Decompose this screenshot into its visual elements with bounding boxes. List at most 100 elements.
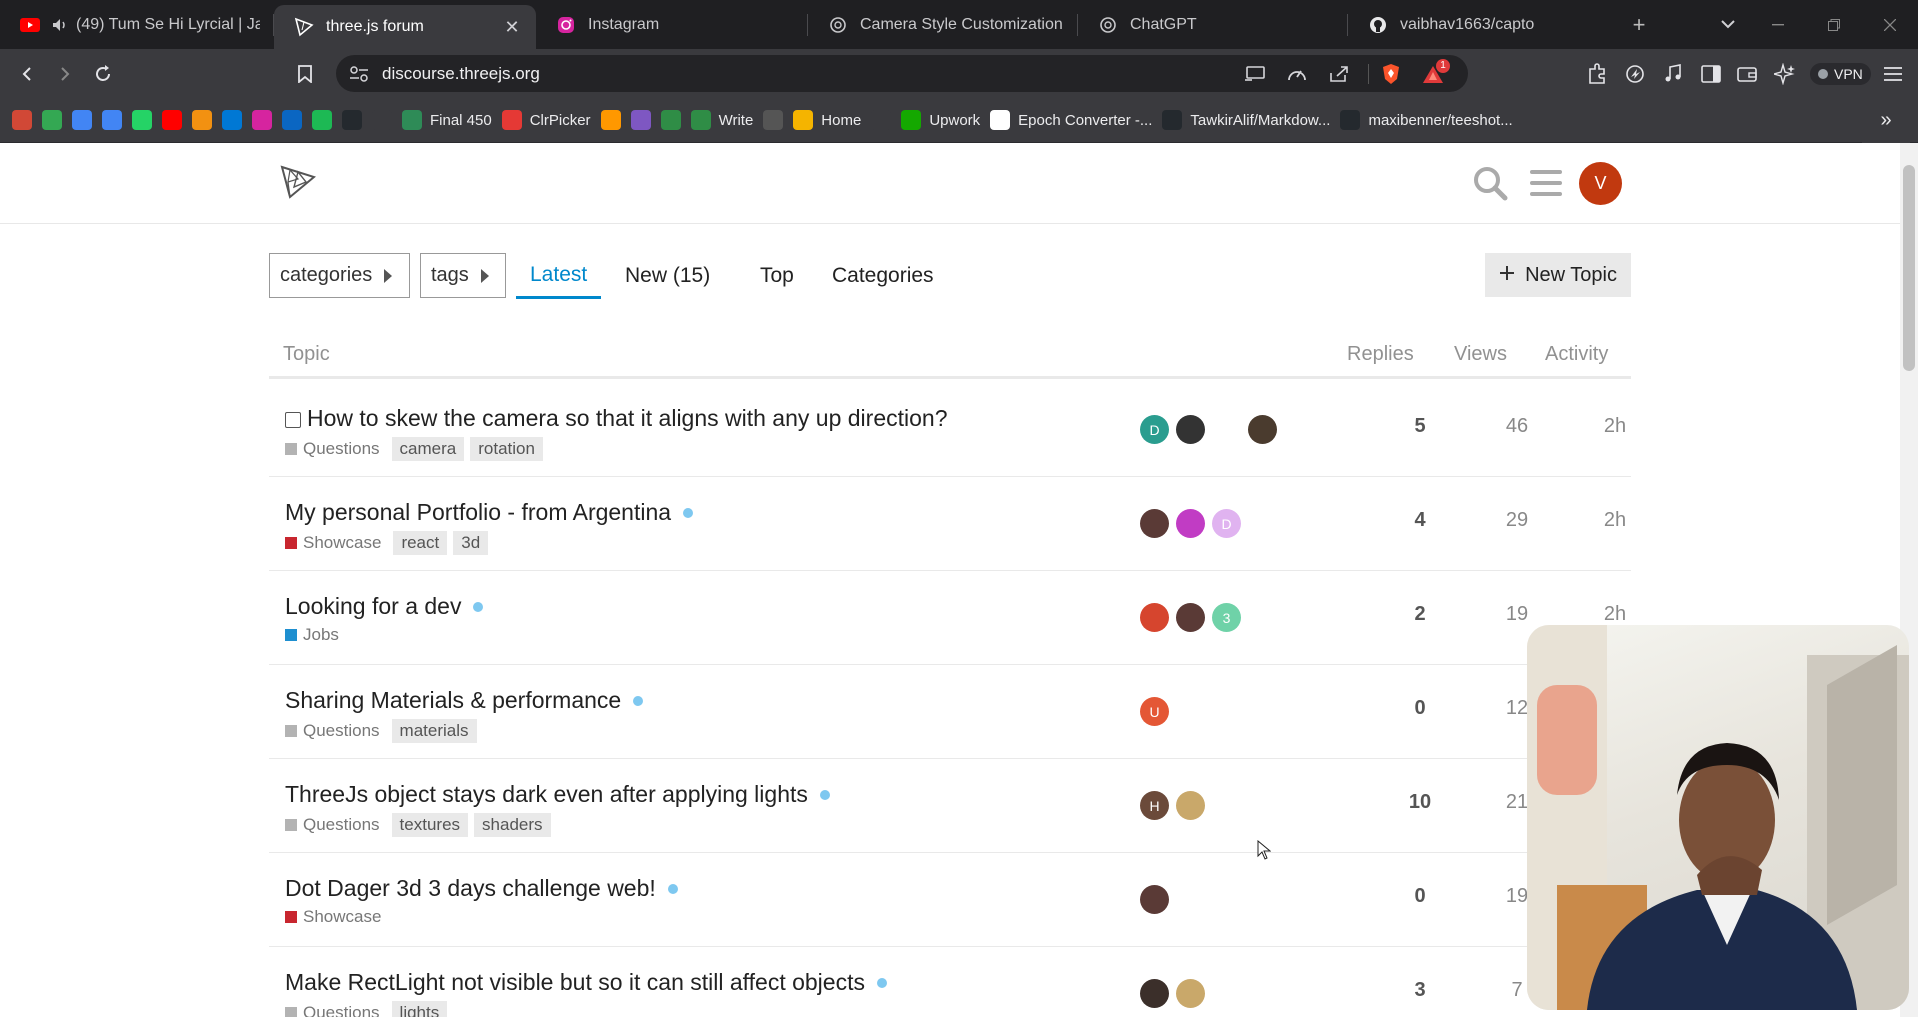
new-tab-button[interactable]: + [1612,0,1666,49]
bookmark-item[interactable] [72,106,92,134]
reply-count[interactable]: 10 [1380,791,1460,814]
poster-avatar[interactable] [1140,603,1169,632]
bookmark-item[interactable]: Epoch Converter -... [990,106,1152,134]
browser-tab-youtube[interactable]: (49) Tum Se Hi Lyrcial | Jab [0,0,274,49]
tag-chip[interactable]: react [393,531,448,555]
browser-tab-camera-style[interactable]: Camera Style Customization [808,0,1078,49]
tab-top[interactable]: Top [746,253,808,299]
poster-avatar[interactable] [1140,885,1169,914]
poster-avatar[interactable]: U [1140,697,1169,726]
bookmark-item[interactable] [42,106,62,134]
bookmark-item[interactable] [372,106,392,134]
new-topic-button[interactable]: New Topic [1485,253,1631,297]
tag-chip[interactable]: camera [391,437,465,461]
reply-count[interactable]: 2 [1380,603,1460,626]
topic-title-link[interactable]: Dot Dager 3d 3 days challenge web! [285,875,678,902]
back-arrow-icon[interactable] [12,59,42,89]
poster-avatar[interactable]: D [1212,509,1241,538]
poster-avatar[interactable] [1176,791,1205,820]
bookmark-item[interactable] [132,106,152,134]
tab-list-chevron-icon[interactable] [1700,0,1756,49]
brave-rewards-icon[interactable]: 1 [1422,59,1450,85]
categories-dropdown[interactable]: categories [269,253,410,298]
poster-avatar[interactable] [1176,979,1205,1008]
bookmark-item[interactable]: Write [690,106,753,134]
media-music-icon[interactable] [1660,61,1686,87]
activity-time[interactable]: 2h [1575,415,1655,438]
forward-arrow-icon[interactable] [50,59,80,89]
bookmark-item[interactable] [222,106,242,134]
close-window-button[interactable] [1862,0,1918,49]
bookmark-item[interactable] [871,106,892,134]
tags-dropdown[interactable]: tags [420,253,506,298]
bookmark-item[interactable]: TawkirAlif/Markdow... [1162,106,1330,134]
column-views[interactable]: Views [1454,329,1507,379]
topic-row[interactable]: Looking for a dev Jobs 3 2 19 2h [269,571,1631,665]
category-badge[interactable]: Showcase [285,907,381,927]
poster-avatar[interactable] [1140,979,1169,1008]
poster-avatar[interactable]: H [1140,791,1169,820]
activity-time[interactable]: 2h [1575,603,1655,626]
browser-tab-instagram[interactable]: Instagram [536,0,808,49]
tag-chip[interactable]: 3d [453,531,489,555]
bookmark-item[interactable] [763,106,784,134]
topic-row[interactable]: Sharing Materials & performance Questions… [269,665,1631,759]
topic-title-link[interactable]: How to skew the camera so that it aligns… [285,405,948,432]
bookmark-item[interactable] [630,106,651,134]
scrollbar-thumb[interactable] [1903,165,1915,371]
category-badge[interactable]: Jobs [285,625,339,645]
search-icon[interactable] [1470,163,1510,203]
reply-count[interactable]: 3 [1380,979,1460,1002]
reload-icon[interactable] [88,59,118,89]
topic-title-link[interactable]: Make RectLight not visible but so it can… [285,969,887,996]
wallet-icon[interactable] [1734,61,1760,87]
hamburger-menu-icon[interactable] [1526,163,1566,203]
bookmark-item[interactable] [102,106,122,134]
performance-icon[interactable] [1286,63,1308,85]
more-bookmarks-chevron-icon[interactable]: » [1862,98,1910,143]
topic-title-link[interactable]: ThreeJs object stays dark even after app… [285,781,830,808]
bookmark-item[interactable] [282,106,302,134]
reply-count[interactable]: 5 [1380,415,1460,438]
restore-button[interactable] [1806,0,1862,49]
poster-avatar[interactable] [1212,415,1241,444]
site-settings-icon[interactable] [348,63,370,85]
category-badge[interactable]: Questions [285,439,380,459]
topic-row[interactable]: ThreeJs object stays dark even after app… [269,759,1631,853]
category-badge[interactable]: Questions [285,1003,380,1017]
category-badge[interactable]: Showcase [285,533,381,553]
browser-tab-github[interactable]: vaibhav1663/capto [1348,0,1612,49]
bookmark-icon[interactable] [290,59,320,89]
bookmark-item[interactable] [600,106,621,134]
topic-row[interactable]: My personal Portfolio - from Argentina Sh… [269,477,1631,571]
bookmark-item[interactable] [192,106,212,134]
bookmark-item[interactable] [12,106,32,134]
address-bar[interactable]: discourse.threejs.org 1 [336,55,1468,92]
sidebar-toggle-icon[interactable] [1698,61,1724,87]
share-icon[interactable] [1328,63,1350,85]
tag-chip[interactable]: materials [391,719,477,743]
poster-avatar[interactable] [1248,415,1277,444]
tag-chip[interactable]: textures [391,813,469,837]
bookmark-item[interactable] [342,106,362,134]
menu-icon[interactable] [1880,61,1906,87]
bookmark-item[interactable]: maxibenner/teeshot... [1340,106,1513,134]
topic-row[interactable]: Dot Dager 3d 3 days challenge web! Showca… [269,853,1631,947]
topic-title-link[interactable]: My personal Portfolio - from Argentina [285,499,694,526]
topic-title-link[interactable]: Looking for a dev [285,593,484,620]
topic-row[interactable]: How to skew the camera so that it aligns… [269,383,1631,477]
close-tab-icon[interactable]: ✕ [502,17,522,37]
user-avatar[interactable]: V [1579,162,1622,205]
minimize-button[interactable] [1750,0,1806,49]
reply-count[interactable]: 4 [1380,509,1460,532]
tag-chip[interactable]: shaders [474,813,551,837]
threejs-logo-icon[interactable] [280,163,317,199]
reply-count[interactable]: 0 [1380,885,1460,908]
bookmark-item[interactable]: Home [793,106,861,134]
topic-row[interactable]: Make RectLight not visible but so it can… [269,947,1631,1017]
tab-latest[interactable]: Latest [516,253,602,299]
browser-tab-chatgpt[interactable]: ChatGPT [1078,0,1348,49]
poster-avatar[interactable] [1176,509,1205,538]
bookmark-item[interactable] [162,106,182,134]
bookmark-item[interactable]: Upwork [901,106,980,134]
